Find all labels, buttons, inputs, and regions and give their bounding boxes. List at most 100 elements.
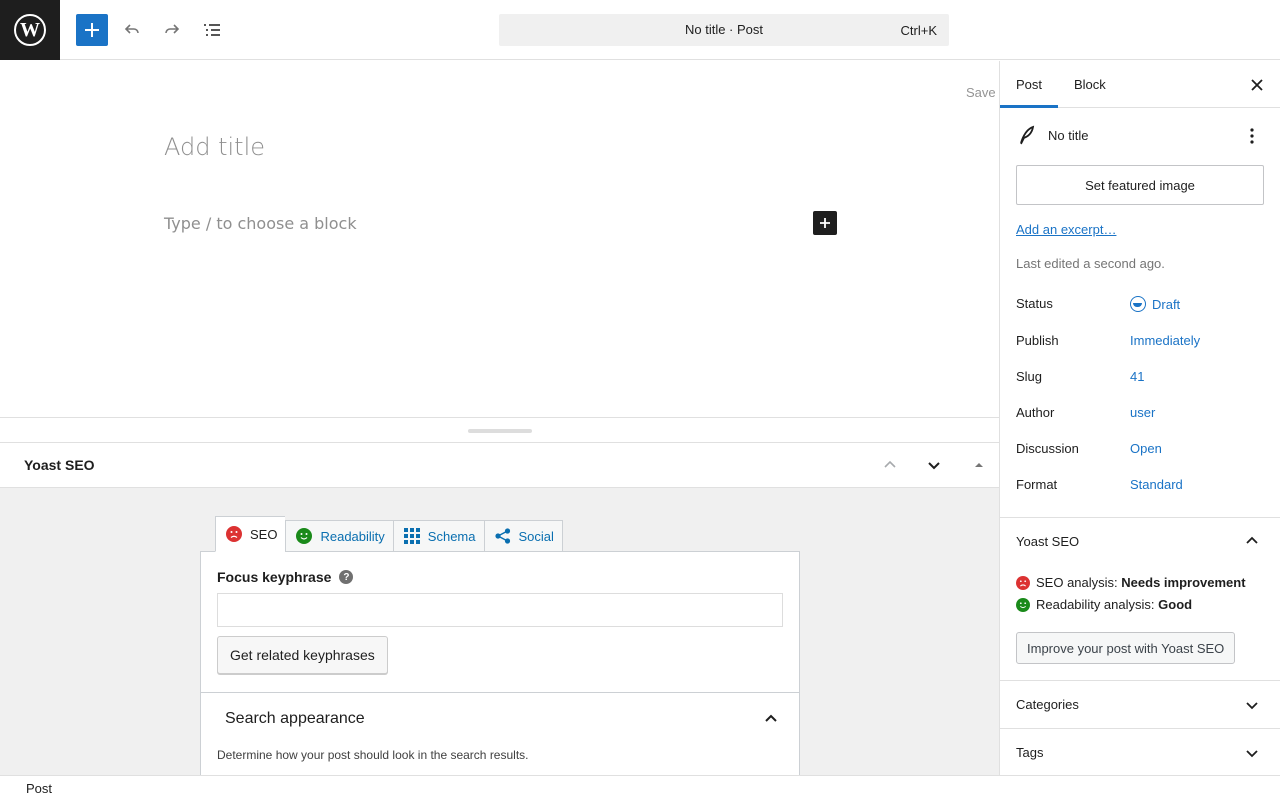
slug-button[interactable]: 41	[1130, 369, 1144, 384]
smiley-face-icon	[296, 528, 313, 544]
tab-block[interactable]: Block	[1058, 61, 1122, 108]
settings-sidebar: Post Block No title Set featured image A…	[999, 61, 1280, 775]
seo-tab-panel: Focus keyphrase ? Get related keyphrases…	[200, 551, 800, 775]
readability-analysis-status: Readability analysis: Good	[1016, 597, 1192, 612]
divider	[1000, 517, 1280, 518]
set-featured-image-button[interactable]: Set featured image	[1016, 165, 1264, 205]
toggle-panel-button[interactable]	[965, 451, 993, 479]
move-up-button[interactable]	[876, 451, 904, 479]
format-row: Format Standard	[1016, 477, 1266, 497]
more-vertical-icon	[1250, 128, 1254, 144]
resize-handle[interactable]	[468, 429, 532, 433]
post-actions-button[interactable]	[1242, 124, 1262, 148]
row-label: Discussion	[1016, 441, 1079, 456]
move-down-button[interactable]	[920, 451, 948, 479]
publish-row: Publish Immediately	[1016, 333, 1266, 353]
yoast-metabox-header[interactable]: Yoast SEO	[0, 443, 999, 488]
tab-schema[interactable]: Schema	[392, 520, 484, 552]
status-button[interactable]: Draft	[1130, 296, 1180, 312]
author-button[interactable]: user	[1130, 405, 1155, 420]
feather-icon	[1020, 125, 1035, 145]
slug-row: Slug 41	[1016, 369, 1266, 389]
row-label: Format	[1016, 477, 1058, 492]
redo-button[interactable]	[156, 14, 188, 46]
row-label: Publish	[1016, 333, 1059, 348]
redo-icon	[165, 24, 180, 34]
yoast-panel-title[interactable]: Yoast SEO	[1016, 534, 1079, 549]
document-overview-button[interactable]	[196, 14, 228, 46]
discussion-button[interactable]: Open	[1130, 441, 1162, 456]
row-label: Author	[1016, 405, 1055, 420]
search-appearance-description: Determine how your post should look in t…	[217, 748, 529, 762]
sad-face-icon	[226, 526, 242, 542]
inline-block-inserter[interactable]	[813, 211, 837, 235]
last-edited-text: Last edited a second ago.	[1016, 256, 1165, 271]
document-title: No title · Post	[684, 22, 764, 37]
tab-label: Social	[518, 528, 554, 544]
close-sidebar-button[interactable]	[1245, 73, 1269, 97]
block-breadcrumb-bar: Post	[0, 775, 1280, 800]
tab-readability[interactable]: Readability	[285, 520, 393, 552]
format-button[interactable]: Standard	[1130, 477, 1183, 492]
sad-face-icon	[1016, 575, 1030, 590]
wordpress-icon: W	[14, 14, 46, 46]
categories-panel-toggle[interactable]	[1242, 695, 1262, 715]
search-appearance-toggle[interactable]	[761, 707, 781, 731]
divider	[1000, 728, 1280, 729]
plus-icon	[820, 218, 830, 228]
tab-label: Readability	[320, 528, 385, 544]
readability-analysis-value: Good	[1158, 597, 1193, 612]
yoast-panel-toggle[interactable]	[1242, 531, 1262, 551]
chevron-down-icon	[1246, 750, 1258, 758]
tags-panel-title[interactable]: Tags	[1016, 745, 1043, 760]
triangle-up-icon	[975, 463, 983, 467]
publish-date-button[interactable]: Immediately	[1130, 333, 1200, 348]
seo-analysis-value: Needs improvement	[1121, 575, 1246, 590]
divider	[201, 692, 799, 693]
focus-keyphrase-input[interactable]	[217, 593, 783, 627]
yoast-metabox-body: SEO Readability Schema Social Focus keyp…	[0, 488, 999, 775]
save-draft-button[interactable]: Save	[966, 85, 996, 100]
tab-label: SEO	[250, 526, 278, 542]
chevron-up-icon	[884, 460, 896, 468]
yoast-tabs: SEO Readability Schema Social	[215, 516, 563, 552]
breadcrumb-post[interactable]: Post	[26, 781, 52, 796]
discussion-row: Discussion Open	[1016, 441, 1266, 461]
tab-post[interactable]: Post	[1000, 61, 1058, 108]
metabox-resize-area	[0, 417, 999, 443]
get-related-keyphrases-button[interactable]: Get related keyphrases	[217, 636, 388, 674]
share-icon	[494, 528, 510, 544]
add-excerpt-link[interactable]: Add an excerpt…	[1016, 222, 1116, 237]
command-palette-button[interactable]: No title · Post Ctrl+K	[499, 14, 949, 46]
row-label: Status	[1016, 296, 1053, 311]
editor-header: W No title · Post Ctrl+K	[0, 0, 1280, 60]
focus-keyphrase-text: Focus keyphrase	[217, 569, 332, 585]
undo-button[interactable]	[116, 14, 148, 46]
seo-analysis-label: SEO analysis:	[1036, 575, 1118, 590]
default-block-appender[interactable]: Type / to choose a block	[164, 214, 357, 233]
chevron-down-icon	[1246, 702, 1258, 710]
help-icon[interactable]: ?	[339, 570, 354, 584]
block-inserter-button[interactable]	[76, 14, 108, 46]
improve-with-yoast-button[interactable]: Improve your post with Yoast SEO	[1016, 632, 1236, 664]
chevron-down-icon	[928, 462, 940, 470]
shortcut-hint: Ctrl+K	[900, 23, 937, 38]
list-view-icon	[204, 24, 220, 36]
metabox-title: Yoast SEO	[24, 457, 95, 473]
tags-panel-toggle[interactable]	[1242, 743, 1262, 763]
search-appearance-title[interactable]: Search appearance	[225, 710, 365, 728]
close-icon	[1251, 79, 1263, 91]
wordpress-logo[interactable]: W	[0, 0, 60, 60]
author-row: Author user	[1016, 405, 1266, 425]
chevron-up-icon	[765, 714, 777, 722]
chevron-up-icon	[1246, 536, 1258, 544]
grid-icon	[403, 528, 420, 544]
categories-panel-title[interactable]: Categories	[1016, 697, 1079, 712]
tab-seo[interactable]: SEO	[215, 516, 286, 552]
post-title-input[interactable]: Add title	[164, 133, 265, 161]
focus-keyphrase-label: Focus keyphrase ?	[217, 569, 354, 585]
editor-canvas: Save Add title Type / to choose a block	[0, 61, 999, 417]
row-label: Slug	[1016, 369, 1043, 384]
sidebar-tabs: Post Block	[1000, 61, 1280, 108]
tab-social[interactable]: Social	[483, 520, 563, 552]
